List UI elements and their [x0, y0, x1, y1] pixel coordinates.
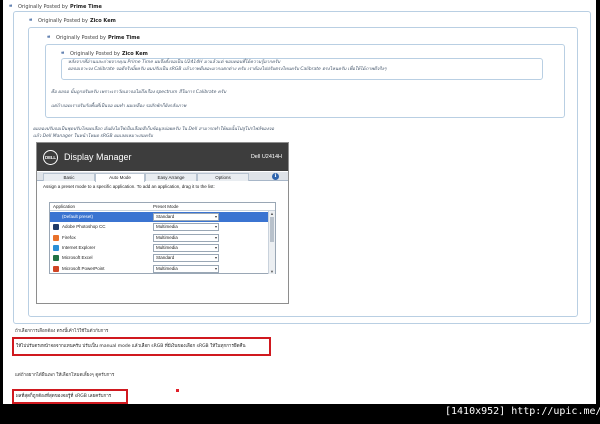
preset-mode-value: Multimedia — [156, 224, 178, 230]
dell-title-bar: DELL Display Manager Dell U2414H — [37, 143, 288, 171]
chevron-down-icon: ▾ — [214, 265, 217, 271]
app-title: Display Manager — [64, 152, 132, 162]
chevron-down-icon: ▾ — [214, 224, 217, 230]
quote-2-line-1: ผมลองปรับจอเป็นชุดปรับโหมดเลือก มันยังไม… — [33, 127, 275, 132]
quote-2-line-2: แล้ว Dell Manager ในหน้าโหมด sRGB ผมเลยเ… — [33, 134, 153, 139]
dell-tab-bar: Basic Auto Mode Easy Arrange Options i — [37, 172, 288, 182]
app-name: Adobe Photoshop CC — [62, 224, 106, 230]
quote-4-line-2: ผลจอเจาะจง Calibrate จอดีจริงมั้ยครับ ผม… — [68, 67, 387, 72]
preset-mode-select[interactable]: Multimedia ▾ — [153, 223, 219, 232]
preset-mode-select[interactable]: Multimedia ▾ — [153, 243, 219, 252]
quote-prefix: Originally Posted by — [38, 18, 88, 24]
app-list-row[interactable]: Internet Explorer Multimedia ▾ — [50, 243, 269, 253]
powerpoint-icon — [53, 265, 59, 272]
quote-author[interactable]: Prime Time — [108, 35, 140, 41]
tab-easy-arrange[interactable]: Easy Arrange — [145, 173, 197, 181]
chevron-down-icon: ▾ — [214, 244, 217, 250]
list-header: Application Preset Mode — [50, 203, 275, 211]
application-list: Application Preset Mode (Default preset)… — [49, 202, 276, 274]
post-line-2: แต่ถ้าอยากได้ผืนเพก ให้เลือกโหมดเลี้ยงๆ … — [15, 373, 115, 378]
firefox-icon — [53, 234, 59, 241]
preset-mode-select[interactable]: Multimedia ▾ — [153, 233, 219, 242]
app-list-row[interactable]: (Default preset) Standard ▾ — [50, 212, 269, 222]
tab-basic[interactable]: Basic — [43, 173, 95, 181]
scrollbar-thumb[interactable] — [270, 217, 274, 242]
preset-mode-value: Standard — [156, 255, 175, 261]
ie-icon — [53, 244, 59, 251]
quote-header-3: ❝ Originally Posted by Prime Time — [47, 35, 140, 41]
quote-prefix: Originally Posted by — [70, 51, 120, 57]
red-dot-marker — [176, 389, 179, 392]
app-name: Microsoft Excel — [62, 255, 93, 261]
scroll-up-icon[interactable]: ▲ — [269, 211, 275, 216]
image-size-watermark: [1410x952] http://upic.me/ — [445, 406, 600, 417]
post-boxed-line-1: ให้ไปปรับตรงหน้าจอจากแทนครับ ปรับเป็น ma… — [16, 344, 246, 349]
chevron-down-icon: ▾ — [214, 255, 217, 261]
quote-icon: ❝ — [47, 34, 51, 42]
auto-mode-instruction: Assign a preset mode to a specific appli… — [43, 184, 215, 189]
post-content: ❝ Originally Posted by Prime Time ❝ Orig… — [3, 0, 596, 404]
info-icon[interactable]: i — [272, 173, 279, 180]
app-name: (Default preset) — [62, 214, 94, 219]
quote-author[interactable]: Zico Kem — [122, 51, 148, 57]
preset-mode-select[interactable]: Standard ▾ — [153, 213, 219, 221]
quote-header-2: ❝ Originally Posted by Zico Kem — [29, 18, 116, 24]
monitor-model: Dell U2414H — [250, 154, 282, 160]
post-boxed-line-2: ผลที่สุดก็ถูกต้องที่สุดของจอรู้ที่ sRGB … — [16, 394, 112, 399]
app-list-row[interactable]: Adobe Photoshop CC Multimedia ▾ — [50, 222, 269, 232]
quote-prefix: Originally Posted by — [56, 35, 106, 41]
forum-post-frame: ❝ Originally Posted by Prime Time ❝ Orig… — [3, 0, 596, 404]
tab-auto-mode[interactable]: Auto Mode — [95, 173, 145, 182]
quote-author[interactable]: Prime Time — [70, 4, 102, 10]
quote-4-line-1: หลังจากที่อ่านและถ่ายจากคุณ Prime Time ผ… — [68, 60, 281, 65]
chevron-down-icon: ▾ — [214, 214, 217, 219]
quote-3-line-1: คือ ผลจอ นั้นถูกปรับครับ เพราะเราวัดเอาจ… — [51, 90, 227, 95]
app-name: Firefox — [62, 234, 76, 240]
list-scrollbar[interactable]: ▲ ▼ — [268, 211, 275, 274]
column-application: Application — [53, 204, 76, 209]
post-line-1: ถ้าเลือกการเลือกต้อง ตรงนี้เค้าไว้ใช้ในต… — [15, 329, 109, 334]
dell-display-manager-window: DELL Display Manager Dell U2414H Basic A… — [36, 142, 289, 304]
quote-header-1: ❝ Originally Posted by Prime Time — [9, 4, 102, 10]
app-name: Internet Explorer — [62, 244, 96, 250]
chevron-down-icon: ▾ — [214, 234, 217, 240]
excel-icon — [53, 255, 59, 262]
preset-mode-value: Multimedia — [156, 244, 178, 250]
preset-mode-value: Multimedia — [156, 234, 178, 240]
quote-icon: ❝ — [9, 3, 13, 11]
dell-logo-icon: DELL — [43, 150, 58, 165]
column-preset-mode: Preset Mode — [153, 204, 179, 209]
preset-mode-value: Multimedia — [156, 265, 178, 271]
app-name: Microsoft PowerPoint — [62, 265, 105, 271]
app-list-row[interactable]: Firefox Multimedia ▾ — [50, 233, 269, 243]
quote-3-line-2: แต่ถ้าถอดเราปรับกับพื้นที่เป็นจอ ผมทำ ผม… — [51, 104, 187, 109]
preset-mode-select[interactable]: Multimedia ▾ — [153, 264, 219, 273]
app-list-row[interactable]: Microsoft PowerPoint Multimedia ▾ — [50, 264, 269, 274]
preset-mode-value: Standard — [156, 214, 175, 219]
quote-icon: ❝ — [61, 50, 65, 58]
quote-author[interactable]: Zico Kem — [90, 18, 116, 24]
preset-mode-select[interactable]: Standard ▾ — [153, 254, 219, 263]
quote-icon: ❝ — [29, 17, 33, 25]
default-icon — [53, 214, 59, 220]
quote-header-4: ❝ Originally Posted by Zico Kem — [61, 51, 148, 57]
app-list-row[interactable]: Microsoft Excel Standard ▾ — [50, 253, 269, 263]
scroll-down-icon[interactable]: ▼ — [269, 269, 275, 274]
tab-options[interactable]: Options — [197, 173, 249, 181]
photoshop-icon — [53, 224, 59, 231]
quote-prefix: Originally Posted by — [18, 4, 68, 10]
